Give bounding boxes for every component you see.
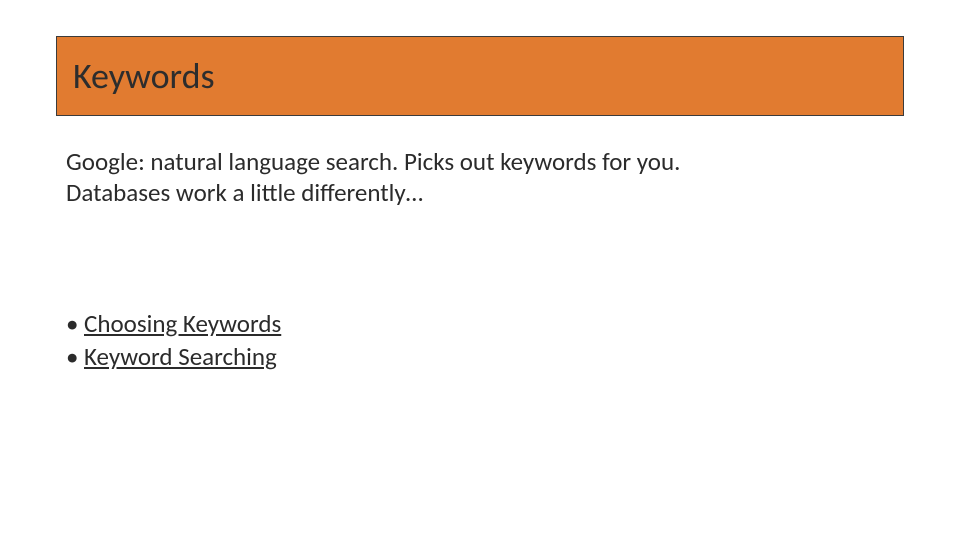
list-item: • Choosing Keywords bbox=[66, 307, 896, 341]
intro-text: Google: natural language search. Picks o… bbox=[66, 146, 896, 209]
intro-line-1: Google: natural language search. Picks o… bbox=[66, 146, 680, 177]
slide-title: Keywords bbox=[73, 54, 215, 98]
bullet-list: • Choosing Keywords • Keyword Searching bbox=[66, 307, 896, 375]
intro-line-2: Databases work a little differently… bbox=[66, 177, 423, 208]
bullet-marker: • bbox=[66, 340, 84, 374]
title-box: Keywords bbox=[56, 36, 904, 116]
body-content: Google: natural language search. Picks o… bbox=[66, 146, 896, 374]
link-keyword-searching[interactable]: Keyword Searching bbox=[84, 340, 277, 374]
list-item: • Keyword Searching bbox=[66, 340, 896, 374]
link-choosing-keywords[interactable]: Choosing Keywords bbox=[84, 307, 281, 341]
slide: Keywords Google: natural language search… bbox=[0, 0, 960, 540]
bullet-marker: • bbox=[66, 307, 84, 341]
